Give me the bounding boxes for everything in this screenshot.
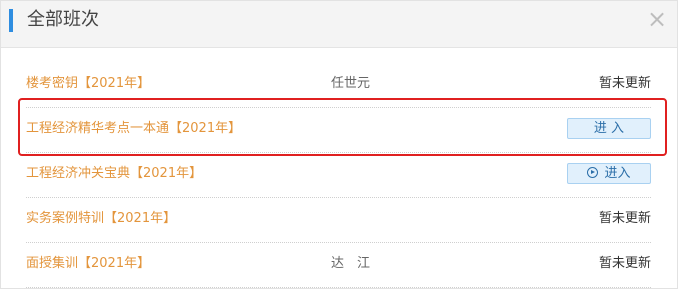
dialog-header: 全部班次 × [1, 1, 677, 48]
course-title-link[interactable]: 实务案例特训【2021年】 [26, 210, 176, 228]
course-status: 暂未更新 [598, 211, 651, 226]
enter-button[interactable]: 进入 [567, 163, 651, 184]
course-row: 实务案例特训【2021年】 暂未更新 [26, 198, 651, 243]
course-list-dialog: 全部班次 × 楼考密钥【2021年】 任世元 暂未更新 工程经济精华考点一本通【… [0, 0, 678, 289]
enter-button-label: 进 入 [593, 121, 625, 136]
enter-button-label: 进入 [604, 166, 631, 181]
dialog-title: 全部班次 [27, 9, 99, 30]
course-status: 暂未更新 [598, 256, 651, 271]
course-row: 楼考密钥【2021年】 任世元 暂未更新 [26, 63, 651, 108]
enter-button[interactable]: 进 入 [567, 118, 651, 139]
course-title-link[interactable]: 工程经济冲关宝典【2021年】 [26, 165, 202, 183]
course-title-link[interactable]: 工程经济精华考点一本通【2021年】 [26, 120, 241, 138]
close-icon[interactable]: × [647, 7, 667, 31]
course-row: 面授集训【2021年】 达 江 暂未更新 [26, 243, 651, 288]
course-row: 工程经济冲关宝典【2021年】 进入 [26, 153, 651, 198]
course-row: 工程经济精华考点一本通【2021年】 进 入 [26, 108, 651, 153]
course-teacher: 达 江 [331, 256, 371, 271]
course-teacher: 任世元 [331, 76, 371, 91]
course-title-link[interactable]: 楼考密钥【2021年】 [26, 75, 150, 93]
course-status: 暂未更新 [598, 76, 651, 91]
play-circle-icon [587, 167, 599, 178]
course-title-link[interactable]: 面授集训【2021年】 [26, 255, 150, 273]
header-accent-bar [9, 9, 13, 32]
